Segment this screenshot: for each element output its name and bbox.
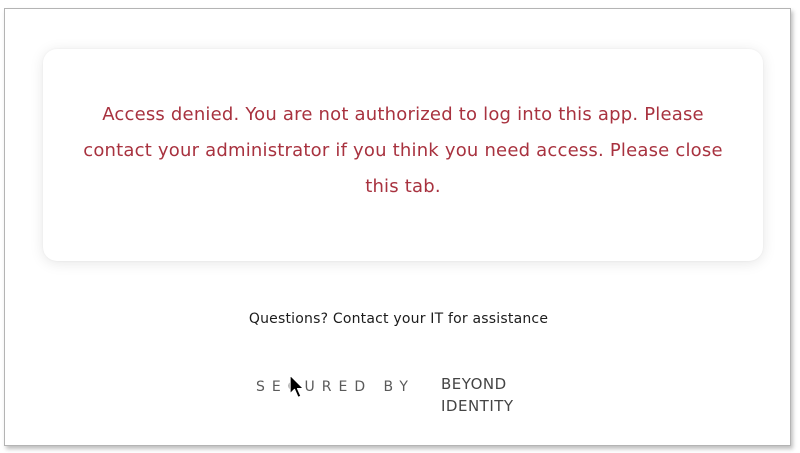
secured-by-label: SECURED BY xyxy=(256,379,415,395)
mouse-pointer-icon xyxy=(289,374,305,399)
beyond-identity-logo-graphic: BEYOND IDENTITY xyxy=(441,375,514,415)
error-message: Access denied. You are not authorized to… xyxy=(83,104,723,197)
help-text: Questions? Contact your IT for assistanc… xyxy=(248,311,549,327)
svg-text:BEYOND: BEYOND xyxy=(441,375,507,393)
beyond-identity-logo: BEYOND IDENTITY xyxy=(441,372,556,421)
access-denied-card: Access denied. You are not authorized to… xyxy=(43,49,763,261)
svg-text:IDENTITY: IDENTITY xyxy=(441,397,514,415)
app-window: Access denied. You are not authorized to… xyxy=(4,8,791,446)
